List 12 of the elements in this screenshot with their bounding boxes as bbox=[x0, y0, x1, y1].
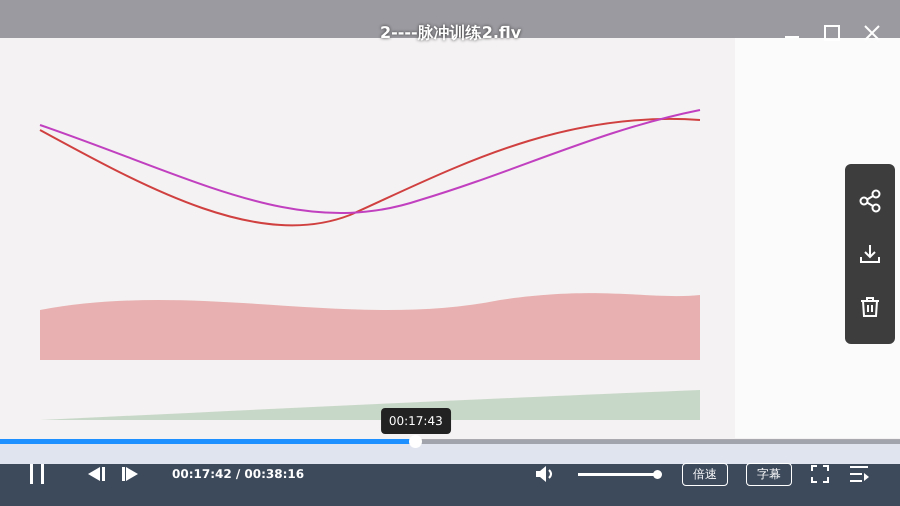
playlist-icon[interactable] bbox=[848, 464, 870, 484]
speed-button[interactable]: 倍速 bbox=[682, 462, 728, 486]
fullscreen-icon[interactable] bbox=[810, 464, 830, 484]
subtitles-button[interactable]: 字幕 bbox=[746, 462, 792, 486]
share-icon[interactable] bbox=[858, 188, 882, 213]
time-display: 00:17:42 / 00:38:16 bbox=[172, 467, 304, 481]
delete-icon[interactable] bbox=[858, 295, 882, 320]
video-title: 2----脉冲训练2.flv bbox=[380, 22, 522, 44]
previous-icon[interactable] bbox=[86, 465, 108, 483]
time-tooltip: 00:17:43 bbox=[380, 408, 451, 434]
pause-icon[interactable] bbox=[28, 462, 46, 486]
volume-icon[interactable] bbox=[534, 465, 554, 483]
